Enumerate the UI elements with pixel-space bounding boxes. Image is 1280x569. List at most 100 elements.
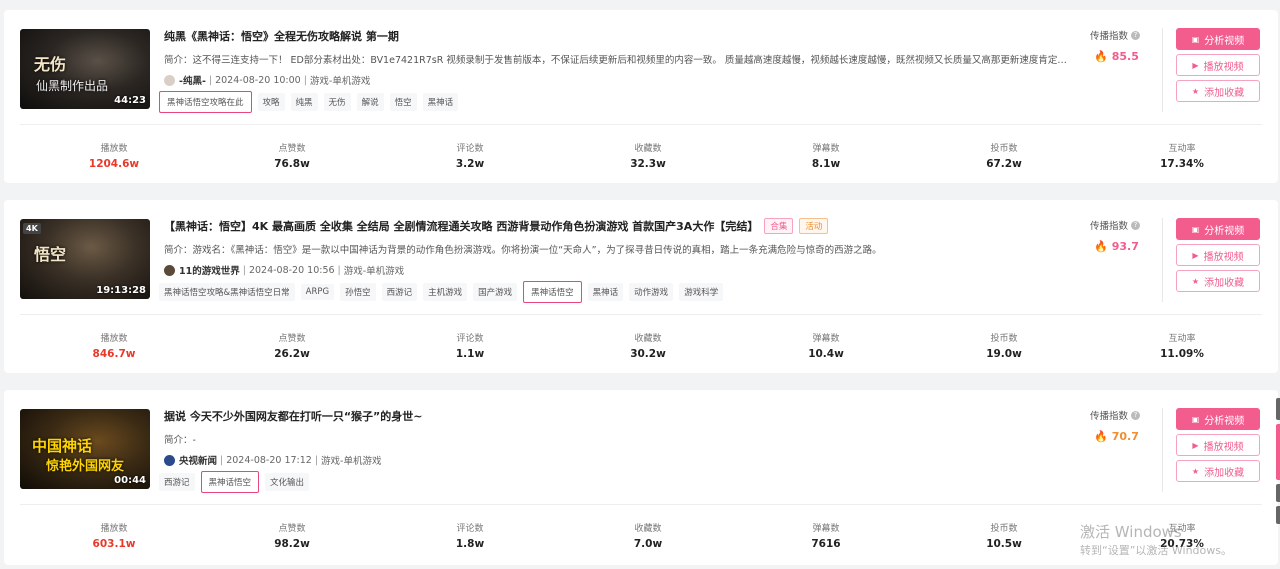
video-card: 无伤 仙黑制作出品 44:23 纯黑《黑神话：悟空》全程无伤攻略解说 第一期 简介：这不… [4,10,1278,183]
tag[interactable]: 无伤 [323,93,351,111]
cover-title-text: 无伤 [34,55,67,74]
highlighted-tag[interactable]: 黑神话悟空 [200,471,260,493]
stat-label: 投币数 [990,144,1018,154]
meta-separator: | [208,74,213,86]
scroll-edge-tab[interactable] [1276,398,1280,420]
stat-label: 评论数 [456,334,484,344]
play-video-button[interactable]: ▶ 播放视频 [1176,54,1260,76]
video-thumbnail[interactable]: 4K 悟空 19:13:28 [20,219,150,299]
cover-title-text: 中国神话 [32,437,93,455]
video-title-text[interactable]: 据说 今天不少外国网友都在打听一只“猴子”的身世~ [164,410,423,423]
meta-separator: | [303,74,307,86]
play-label: 播放视频 [1203,441,1244,453]
tag[interactable]: 纯黑 [290,93,318,111]
tag[interactable]: 黑神话 [587,283,624,301]
avatar[interactable] [164,264,175,276]
stat-label: 播放数 [100,144,128,154]
stat-label: 弹幕数 [812,144,840,154]
play-label: 播放视频 [1203,61,1244,73]
tag[interactable]: 黑神话悟空攻略&黑神话悟空日常 [159,283,295,301]
stat-label: 互动率 [1168,334,1196,344]
cover-subtitle-text: 仙黑制作出品 [36,79,109,93]
score-label: 传播指数? [1090,28,1141,42]
stat-label: 播放数 [100,524,128,534]
tag-list: 西游记 黑神话悟空 文化输出 [159,471,315,493]
tag[interactable]: 游戏科学 [679,283,724,301]
highlighted-tag[interactable]: 黑神话悟空攻略在此 [159,91,252,113]
tag[interactable]: 西游记 [159,473,195,491]
tag[interactable]: 黑神话 [422,93,459,111]
add-favorite-button[interactable]: ★ 添加收藏 [1176,80,1260,102]
publish-date: 2024-08-20 10:00 [215,74,301,86]
add-favorite-button[interactable]: ★ 添加收藏 [1176,460,1260,482]
help-icon[interactable]: ? [1131,30,1141,40]
tag[interactable]: 悟空 [389,93,417,111]
video-description: 简介：- [164,435,196,446]
stat-value: 7616 [811,538,841,550]
video-title-text[interactable]: 【黑神话：悟空】4K 最高画质 全收集 全结局 全剧情流程通关攻略 西游背景动作… [164,220,758,233]
tag[interactable]: 西游记 [381,283,418,301]
stat-label: 收藏数 [634,144,662,154]
author-name[interactable]: 央视新闻 [179,453,217,467]
tag[interactable]: 动作游戏 [629,283,674,301]
play-label: 播放视频 [1203,251,1244,263]
avatar[interactable] [164,454,175,466]
video-title[interactable]: 据说 今天不少外国网友都在打听一只“猴子”的身世~ [164,408,423,424]
stat-value: 846.7w [92,348,136,360]
author-name[interactable]: 11的游戏世界 [179,263,240,277]
stat-value: 26.2w [274,348,310,360]
tag[interactable]: 孙悟空 [340,283,376,301]
score-value: 85.5 [1111,50,1139,63]
analyze-video-button[interactable]: ▣ 分析视频 [1176,28,1260,50]
divider [1162,218,1163,302]
scroll-edge-tab-active[interactable] [1276,424,1280,480]
video-thumbnail[interactable]: 中国神话 惊艳外国网友 00:44 [20,409,150,489]
highlighted-tag[interactable]: 黑神话悟空 [523,281,582,303]
stat-value: 67.2w [986,158,1022,170]
video-category: 游戏-单机游戏 [309,76,371,87]
stat-value: 1.1w [455,348,485,360]
video-title[interactable]: 纯黑《黑神话：悟空》全程无伤攻略解说 第一期 [164,28,399,44]
meta-separator: | [242,264,246,276]
analyze-video-button[interactable]: ▣ 分析视频 [1176,218,1260,240]
publish-date: 2024-08-20 17:12 [226,454,312,466]
spread-score: 🔥 85.5 [1094,50,1139,63]
author-name[interactable]: -纯黑- [179,73,206,87]
stat-label: 评论数 [456,144,484,154]
stat-value: 30.2w [630,348,666,360]
play-icon: ▶ [1192,440,1199,450]
tag[interactable]: ARPG [300,284,335,300]
tag[interactable]: 攻略 [257,93,285,111]
meta-separator: | [314,454,319,466]
tag[interactable]: 主机游戏 [423,283,468,301]
chart-icon: ▣ [1191,414,1200,424]
add-favorite-button[interactable]: ★ 添加收藏 [1176,270,1260,292]
stat-value: 17.34% [1160,158,1204,170]
meta-separator: | [337,264,341,276]
video-category: 游戏-单机游戏 [321,456,382,467]
video-title-text[interactable]: 纯黑《黑神话：悟空》全程无伤攻略解说 第一期 [164,30,399,43]
help-icon[interactable]: ? [1131,220,1141,230]
analyze-video-button[interactable]: ▣ 分析视频 [1176,408,1260,430]
stat-value: 11.09% [1160,348,1204,360]
video-meta: 央视新闻 | 2024-08-20 17:12 | 游戏-单机游戏 [164,453,381,467]
scroll-edge-tab[interactable] [1276,506,1280,524]
video-duration: 00:44 [114,475,146,486]
flame-icon: 🔥 [1094,50,1108,63]
video-category: 游戏-单机游戏 [343,266,405,277]
video-title[interactable]: 【黑神话：悟空】4K 最高画质 全收集 全结局 全剧情流程通关攻略 西游背景动作… [164,218,829,234]
collection-chip: 合集 [764,218,794,234]
stat-value: 76.8w [274,158,310,170]
scroll-edge-tab[interactable] [1276,484,1280,502]
video-thumbnail[interactable]: 无伤 仙黑制作出品 44:23 [20,29,150,109]
help-icon[interactable]: ? [1131,410,1141,420]
stat-value: 32.3w [630,158,666,170]
analyze-label: 分析视频 [1204,415,1245,427]
play-video-button[interactable]: ▶ 播放视频 [1176,434,1260,456]
tag[interactable]: 解说 [356,93,384,111]
avatar[interactable] [164,74,175,86]
tag[interactable]: 文化输出 [265,473,310,491]
play-video-button[interactable]: ▶ 播放视频 [1176,244,1260,266]
tag[interactable]: 国产游戏 [473,283,518,301]
stat-label: 弹幕数 [812,524,840,534]
